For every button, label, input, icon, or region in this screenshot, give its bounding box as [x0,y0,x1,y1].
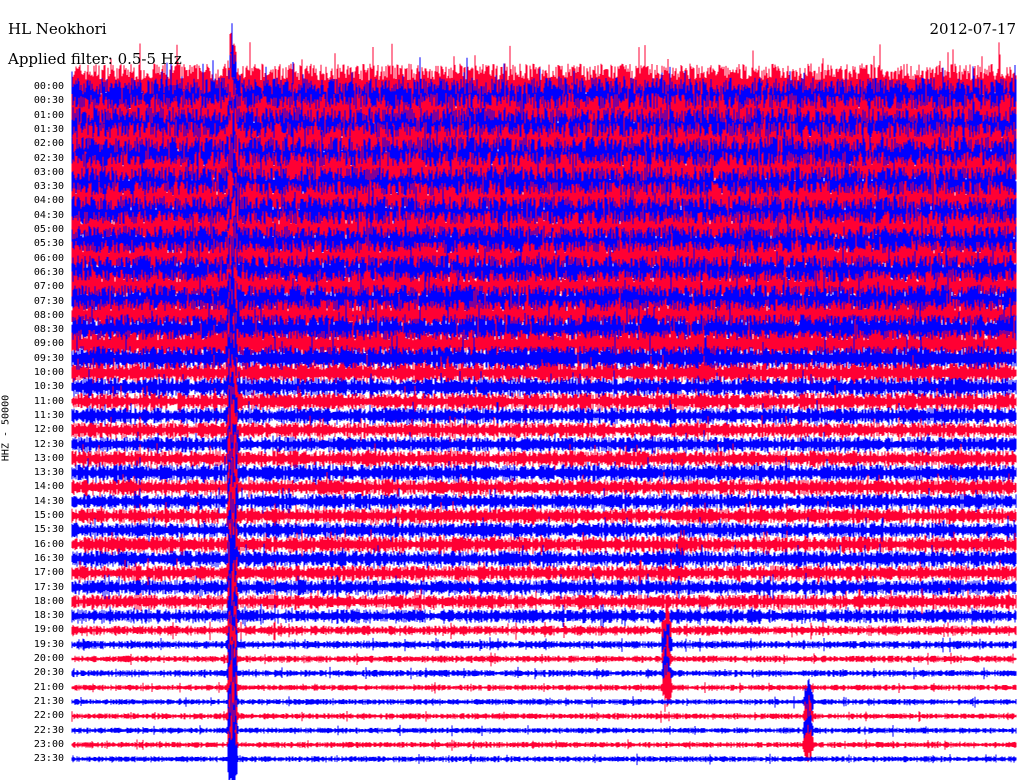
trace-line-2230 [71,685,1017,768]
row-time-label: 16:00 [33,538,64,550]
row-time-label: 02:00 [33,138,64,150]
row-time-label: 05:30 [33,238,64,250]
station-title: HL Neokhori [8,20,107,38]
row-time-label: 09:30 [33,352,64,364]
row-time-label: 08:30 [33,324,64,336]
row-time-label: 20:30 [33,667,64,679]
seismogram-plot [71,23,1017,780]
row-time-label: 15:00 [33,510,64,521]
row-time-label: 23:00 [33,738,64,750]
row-time-label: 08:00 [33,309,64,321]
row-time-label: 04:00 [33,195,64,207]
row-time-label: 14:00 [33,481,64,493]
row-time-label: 15:30 [33,524,64,536]
row-time-label: 16:30 [33,552,64,564]
row-time-label: 12:00 [33,424,64,436]
row-time-label: 13:30 [33,467,64,479]
row-time-label: 01:00 [33,109,64,121]
row-time-label: 00:30 [33,95,64,107]
row-time-label: 23:30 [33,753,64,765]
row-time-label: 07:30 [33,295,64,307]
filter-label: Applied filter: 0.5-5 Hz [8,50,182,68]
row-time-label: 22:00 [33,710,64,722]
row-time-label: 04:30 [33,209,64,221]
row-time-label: 11:30 [33,409,64,421]
trace-line-2100 [71,640,1017,739]
row-time-label: 03:30 [33,181,64,193]
row-time-label: 13:00 [33,452,64,464]
row-time-label: 18:30 [33,610,64,622]
row-time-label: 19:30 [33,638,64,650]
row-time-label: 18:00 [33,595,64,607]
row-time-label: 21:30 [33,695,64,707]
row-time-label: 14:30 [33,495,64,507]
row-time-label: 19:00 [33,624,64,636]
row-time-label: 06:00 [33,252,64,264]
row-time-label: 20:00 [33,653,64,664]
row-time-label: 12:30 [33,438,64,450]
row-time-label: 22:30 [33,724,64,736]
row-time-label: 01:30 [33,123,64,135]
row-time-label: 07:00 [33,281,64,293]
date-label: 2012-07-17 [929,20,1016,38]
row-time-label: 00:00 [33,81,64,92]
row-time-label: 09:00 [33,338,64,350]
row-time-label: 21:00 [33,681,64,693]
row-time-label: 05:00 [33,224,64,235]
row-time-label: 17:00 [33,567,64,579]
row-time-label: 06:30 [33,266,64,278]
row-time-label: 17:30 [33,581,64,593]
row-time-label: 10:00 [33,367,64,378]
row-time-label: 11:00 [33,395,64,407]
row-time-label: 10:30 [33,381,64,393]
row-time-label: 03:00 [33,166,64,178]
row-time-label: 02:30 [33,152,64,164]
